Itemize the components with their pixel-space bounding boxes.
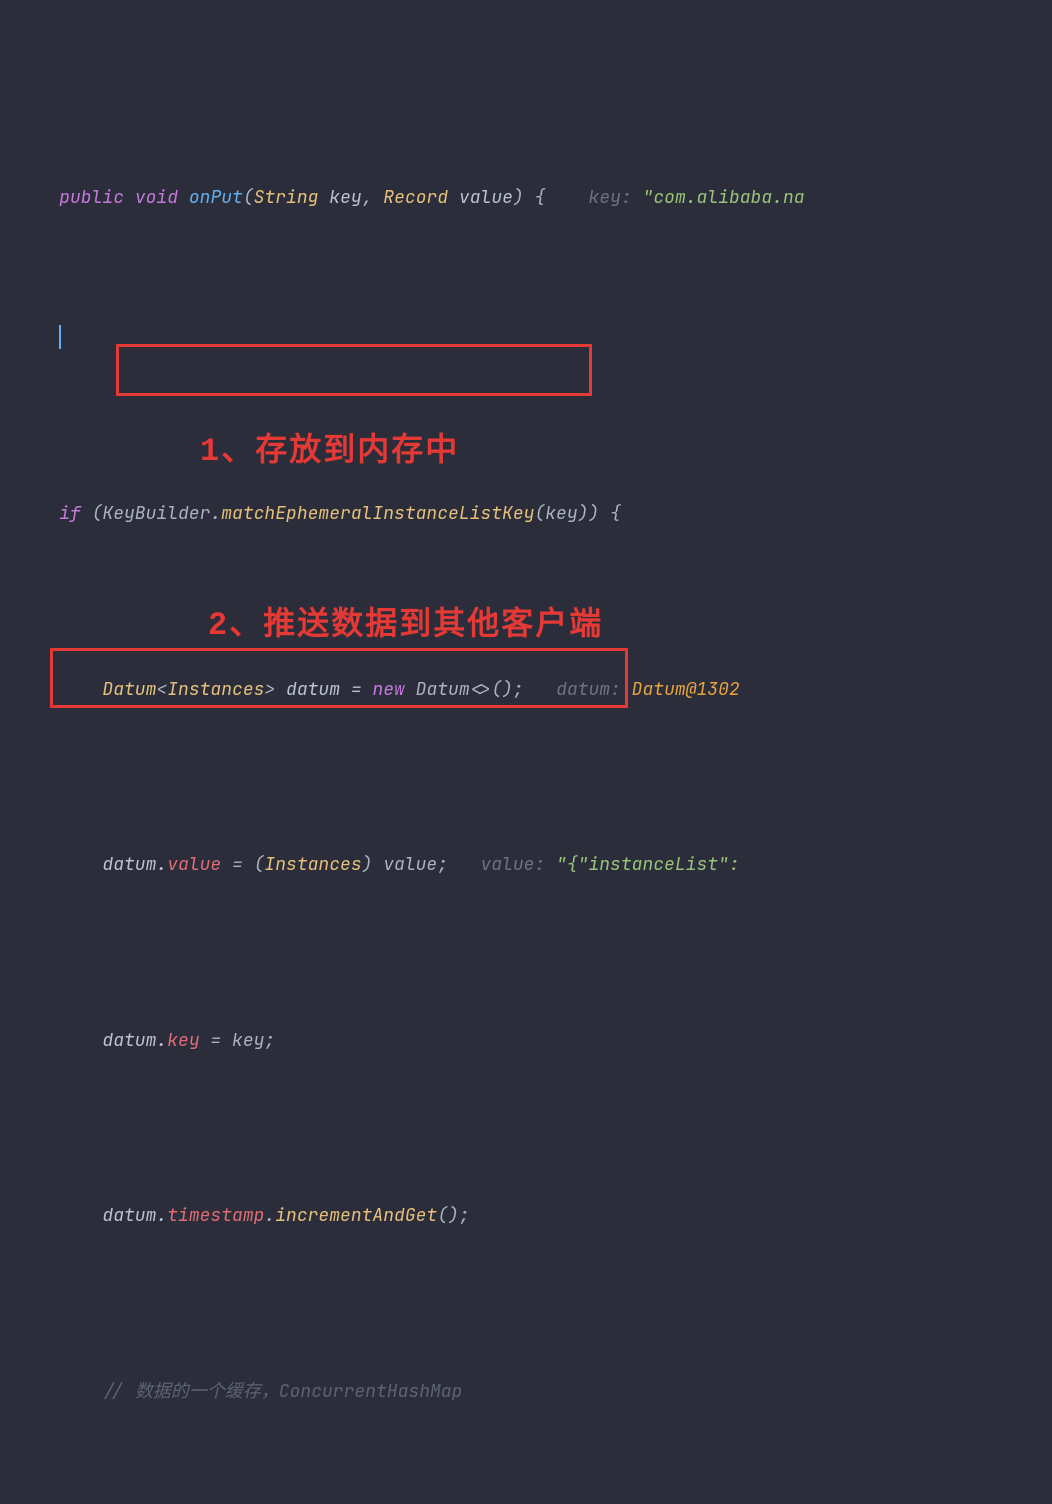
code-line: if (KeyBuilder.matchEphemeralInstanceLis… [0, 496, 1052, 531]
type: String [254, 186, 319, 209]
code-text: = key; [200, 1029, 276, 1052]
method-name: onPut [189, 186, 243, 209]
code-text: datum. [102, 1029, 167, 1052]
param: value [459, 186, 513, 209]
method-call: matchEphemeralInstanceListKey [221, 502, 534, 525]
code-text: (); [437, 1204, 469, 1227]
code-text: (KeyBuilder. [81, 502, 221, 525]
inlay-hint-label: value: [480, 853, 556, 876]
inlay-hint-label: key: [589, 186, 643, 209]
type: Instances [264, 853, 361, 876]
field: key [167, 1029, 199, 1052]
code-line: datum.key = key; [0, 1023, 1052, 1058]
code-line: Datum<Instances> datum = new Datum<>(); … [0, 672, 1052, 707]
paren: ( [243, 186, 254, 209]
code-line: public void onPut(String key, Record val… [0, 145, 1052, 180]
type: Instances [167, 678, 264, 701]
inlay-hint-value: "{"instanceList": [556, 853, 740, 876]
comment: // 数据的一个缓存，ConcurrentHashMap [102, 1380, 462, 1403]
comma: , [362, 186, 384, 209]
param: key [329, 186, 361, 209]
code-text: = ( [221, 853, 264, 876]
field: value [167, 853, 221, 876]
keyword: public [59, 186, 124, 209]
angle: > [264, 678, 275, 701]
field: timestamp [167, 1204, 264, 1227]
dot: . [264, 1204, 275, 1227]
code-text: datum = [275, 678, 372, 701]
code-line: datum.timestamp.incrementAndGet(); [0, 1198, 1052, 1233]
code-text: (key)) { [534, 502, 620, 525]
keyword: new [372, 678, 404, 701]
method-call: incrementAndGet [275, 1204, 437, 1227]
paren: ) [513, 186, 524, 209]
code-text: ) value; [362, 853, 448, 876]
code-text: Datum<>(); [405, 678, 524, 701]
text-cursor [59, 325, 61, 349]
code-editor[interactable]: public void onPut(String key, Record val… [0, 0, 1052, 1504]
inlay-hint-value: "com.alibaba.na [643, 186, 805, 209]
code-text: datum. [102, 1204, 167, 1227]
brace: { [524, 186, 546, 209]
inlay-hint-value: Datum@1302 [632, 678, 740, 701]
keyword: if [59, 502, 81, 525]
code-line [0, 321, 1052, 356]
code-line: // 数据的一个缓存，ConcurrentHashMap [0, 1374, 1052, 1409]
keyword: void [135, 186, 178, 209]
code-line: datum.value = (Instances) value; value: … [0, 847, 1052, 882]
code-text: datum. [102, 853, 167, 876]
type: Record [383, 186, 448, 209]
inlay-hint-label: datum: [556, 678, 632, 701]
type: Datum [102, 678, 156, 701]
angle: < [156, 678, 167, 701]
